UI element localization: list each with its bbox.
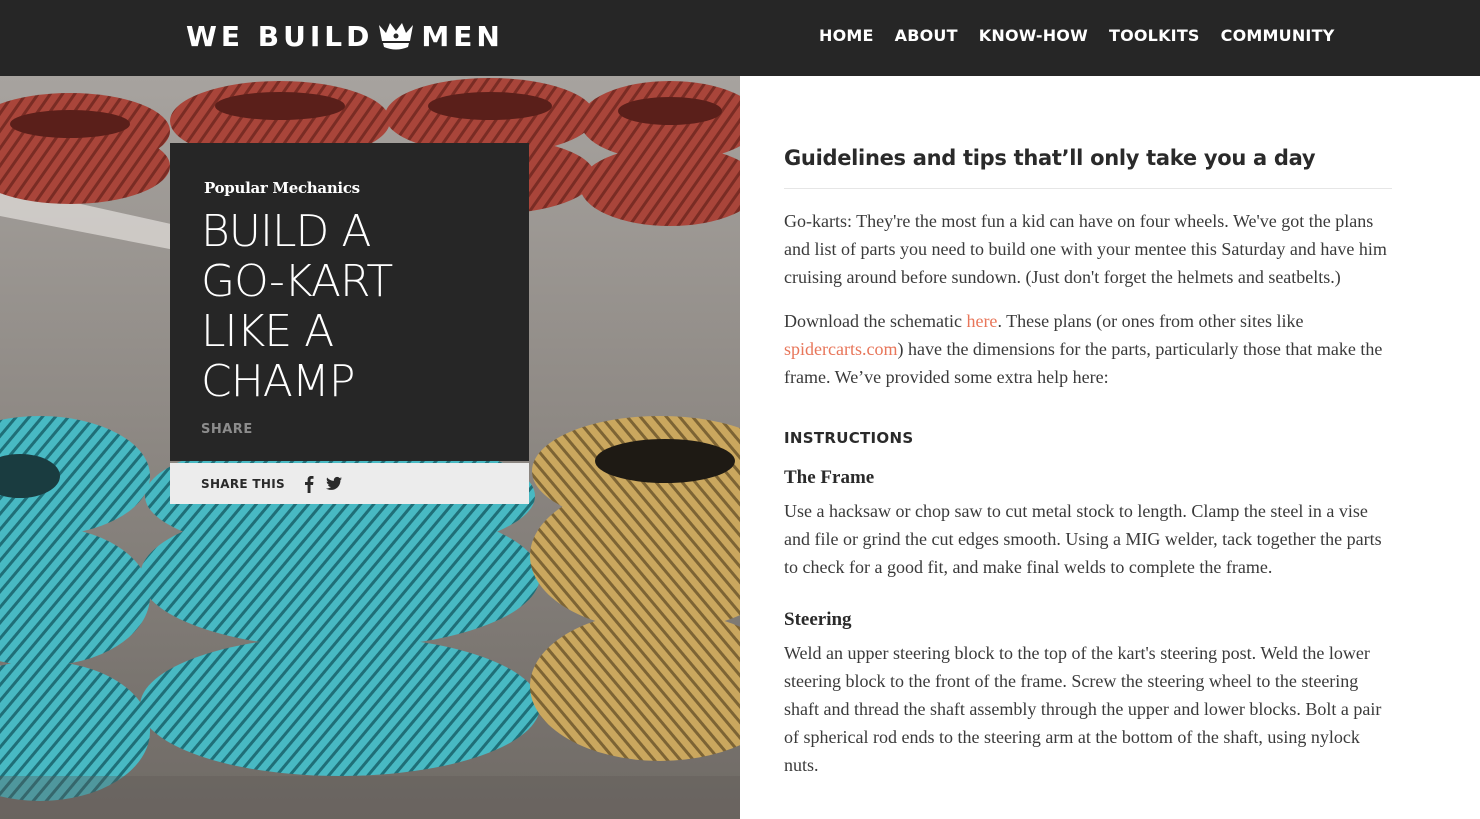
nav-toolkits[interactable]: TOOLKITS [1109,24,1200,48]
article-body: Guidelines and tips that’ll only take yo… [784,142,1392,779]
source-brand: Popular Mechanics [204,179,360,197]
section-title-steering: Steering [784,609,852,630]
share-this-label: SHARE THIS [201,476,285,491]
yellow-tires [530,416,740,761]
instructions-heading: INSTRUCTIONS [784,429,914,447]
section-body-frame: Use a hacksaw or chop saw to cut metal s… [784,501,1382,577]
logo-text-left: WE BUILD [186,19,374,53]
download-text-middle: . These plans (or ones from other sites … [997,311,1304,331]
spidercarts-link[interactable]: spidercarts.com [784,339,897,359]
title-line: CHAMP [201,356,355,407]
nav-about[interactable]: ABOUT [895,24,958,48]
share-bar: SHARE THIS [170,463,529,504]
share-toggle[interactable]: SHARE [201,422,253,437]
nav-know-how[interactable]: KNOW-HOW [979,24,1088,48]
intro-paragraph: Go-karts: They're the most fun a kid can… [784,211,1387,287]
article-title: BUILD A GO-KART LIKE A CHAMP [201,207,511,407]
title-line: GO-KART [201,256,393,307]
logo-text-right: MEN [421,19,504,53]
nav-community[interactable]: COMMUNITY [1221,24,1335,48]
title-line: LIKE A [201,306,334,357]
site-header: WE BUILD MEN HOME ABOUT KNOW-HOW TOOLKIT… [0,0,1480,76]
site-logo[interactable]: WE BUILD MEN [186,18,504,54]
download-text-before: Download the schematic [784,311,967,331]
schematic-link[interactable]: here [966,311,997,331]
twitter-icon[interactable] [325,475,342,493]
title-line: BUILD A [201,206,371,257]
crown-icon [379,23,414,50]
nav-home[interactable]: HOME [819,24,874,48]
section-body-steering: Weld an upper steering block to the top … [784,643,1382,775]
facebook-icon[interactable] [301,475,317,493]
article-title-card: Popular Mechanics BUILD A GO-KART LIKE A… [170,143,529,461]
article-heading: Guidelines and tips that’ll only take yo… [784,142,1392,189]
download-paragraph: Download the schematic here. These plans… [784,307,1392,391]
main-nav: HOME ABOUT KNOW-HOW TOOLKITS COMMUNITY [819,24,1334,48]
section-title-frame: The Frame [784,467,875,488]
